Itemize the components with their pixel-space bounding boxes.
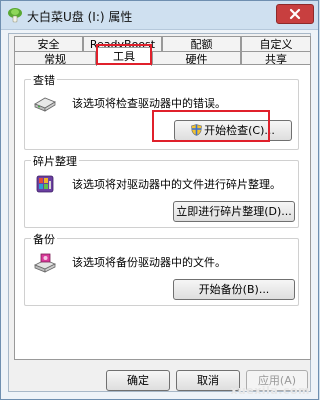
tools-panel: 查错 该选项将检查驱动器中的错误。 开始检查(C)... 碎片整理 该选项将对驱… [14, 64, 311, 360]
start-backup-button[interactable]: 开始备份(B)... [173, 279, 295, 300]
start-check-label: 开始检查(C)... [204, 124, 275, 137]
drive-check-icon [34, 97, 56, 112]
tab-tools[interactable]: 工具 [96, 47, 152, 66]
close-icon [289, 8, 301, 20]
defrag-icon [36, 175, 54, 193]
error-check-group: 查错 该选项将检查驱动器中的错误。 开始检查(C)... [24, 72, 299, 150]
tab-customize-label: 自定义 [259, 38, 293, 51]
cancel-label: 取消 [197, 374, 219, 387]
cabbage-app-icon [8, 8, 22, 23]
properties-window: 大白菜U盘 (I:) 属性 安全 ReadyBoost 配额 自定义 常规 工具… [0, 0, 319, 400]
tab-customize[interactable]: 自定义 [241, 36, 311, 51]
ok-button[interactable]: 确定 [106, 370, 170, 391]
close-button[interactable] [276, 4, 314, 24]
tab-quota[interactable]: 配额 [162, 36, 241, 51]
backup-group: 备份 该选项将备份驱动器中的文件。 开始备份(B)... [24, 231, 299, 306]
uac-shield-icon [191, 124, 202, 136]
watermark: xuexila.com [230, 384, 310, 397]
window-title: 大白菜U盘 (I:) 属性 [27, 10, 133, 24]
defrag-title: 碎片整理 [31, 153, 79, 169]
defrag-now-label: 立即进行碎片整理(D)... [176, 205, 292, 218]
backup-icon [34, 253, 56, 273]
tab-security-label: 安全 [37, 38, 60, 51]
tab-security[interactable]: 安全 [14, 36, 83, 51]
ok-label: 确定 [127, 374, 149, 387]
backup-title: 备份 [31, 231, 57, 247]
defrag-description: 该选项将对驱动器中的文件进行碎片整理。 [72, 178, 281, 191]
error-check-description: 该选项将检查驱动器中的错误。 [72, 97, 226, 110]
start-backup-label: 开始备份(B)... [198, 283, 270, 296]
start-check-button[interactable]: 开始检查(C)... [174, 120, 292, 141]
dialog-client: 安全 ReadyBoost 配额 自定义 常规 工具 硬件 共享 查错 该选项将… [8, 33, 311, 392]
tab-quota-label: 配额 [190, 38, 213, 51]
error-check-title: 查错 [31, 72, 57, 88]
defrag-group: 碎片整理 该选项将对驱动器中的文件进行碎片整理。 立即进行碎片整理(D)... [24, 153, 299, 228]
tab-tools-label: 工具 [113, 50, 135, 63]
title-bar[interactable]: 大白菜U盘 (I:) 属性 [1, 1, 318, 30]
defrag-now-button[interactable]: 立即进行碎片整理(D)... [173, 201, 295, 222]
backup-description: 该选项将备份驱动器中的文件。 [72, 256, 226, 269]
